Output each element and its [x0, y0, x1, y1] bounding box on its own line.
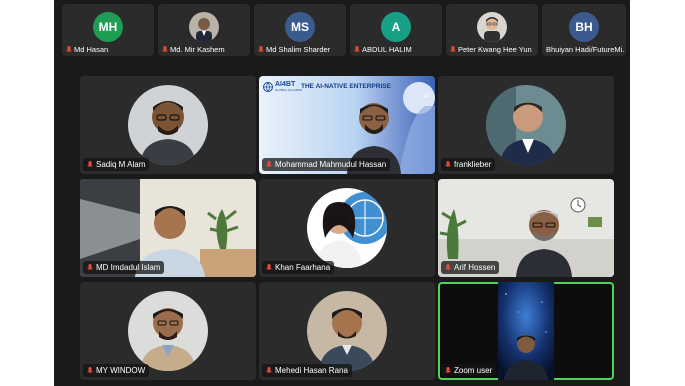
- mic-muted-icon: [258, 45, 264, 52]
- participant-name: Sadiq M Alam: [96, 160, 146, 169]
- strip-tile-mir-kashem[interactable]: Md. Mir Kashem: [158, 4, 250, 56]
- video-tile-mahmudul-hassan[interactable]: AI4BT GLOBAL ALLIANCE THE AI-NATIVE ENTE…: [259, 76, 435, 174]
- participant-name: Mehedi Hasan Rana: [275, 366, 348, 375]
- participant-name: Mohammad Mahmudul Hassan: [275, 160, 387, 169]
- logo-text: AI4BT: [275, 81, 296, 88]
- mic-muted-icon: [87, 263, 93, 270]
- participant-name-tag: Zoom user: [441, 364, 497, 377]
- mic-muted-icon: [445, 366, 451, 373]
- participant-video: [307, 291, 387, 371]
- participant-name: Md Hasan: [74, 45, 109, 54]
- participant-name-tag: Mehedi Hasan Rana: [262, 364, 352, 377]
- participant-name: Arif Hossen: [454, 263, 496, 272]
- strip-label: Md Hasan: [66, 45, 152, 54]
- video-tile-franklieber[interactable]: franklieber: [438, 76, 614, 174]
- strip-label: Md Shalim Sharder: [258, 45, 344, 54]
- video-tile-sadiq-m-alam[interactable]: Sadiq M Alam: [80, 76, 256, 174]
- participant-name-tag: MY WINDOW: [83, 364, 150, 377]
- participant-name-tag: Arif Hossen: [441, 261, 500, 274]
- strip-tile-bhuiyan-hadi[interactable]: BH Bhuiyan Hadi/FutureMi...: [542, 4, 626, 56]
- mic-muted-icon: [87, 160, 93, 167]
- video-gallery: MH Md Hasan Md. Mir Kashem MS Md Shalim …: [54, 0, 630, 386]
- participant-name: franklieber: [454, 160, 492, 169]
- participant-name-tag: franklieber: [441, 158, 496, 171]
- participant-name-tag: Sadiq M Alam: [83, 158, 150, 171]
- banner-headline: THE AI-NATIVE ENTERPRISE: [301, 83, 391, 90]
- participant-video: [498, 282, 554, 380]
- initials-avatar: MS: [285, 12, 315, 42]
- mic-muted-icon: [266, 263, 272, 270]
- video-tile-mehedi-hasan-rana[interactable]: Mehedi Hasan Rana: [259, 282, 435, 380]
- logo-subtext: GLOBAL ALLIANCE: [275, 88, 303, 92]
- participant-name-tag: Khan Faarhana: [262, 261, 335, 274]
- banner-badge: AI: [423, 94, 429, 100]
- participant-photo: [189, 12, 219, 42]
- participant-name: MD Imdadul Islam: [96, 263, 161, 272]
- participant-name: MY WINDOW: [96, 366, 146, 375]
- participant-name: Khan Faarhana: [275, 263, 331, 272]
- globe-icon: [263, 81, 273, 92]
- participant-video: [486, 85, 566, 165]
- strip-label: Md. Mir Kashem: [162, 45, 248, 54]
- mic-muted-icon: [445, 263, 451, 270]
- strip-label: Bhuiyan Hadi/FutureMi...: [546, 45, 624, 54]
- strip-tile-md-hasan[interactable]: MH Md Hasan: [62, 4, 154, 56]
- strip-label: Peter Kwang Hee Yun: [450, 45, 536, 54]
- participant-video: [307, 188, 387, 268]
- mic-muted-icon: [66, 45, 72, 52]
- strip-tile-peter-yun[interactable]: Peter Kwang Hee Yun: [446, 4, 538, 56]
- participant-name: Md. Mir Kashem: [170, 45, 225, 54]
- initials-avatar: BH: [569, 12, 599, 42]
- mic-muted-icon: [87, 366, 93, 373]
- video-tile-arif-hossen[interactable]: Arif Hossen: [438, 179, 614, 277]
- strip-tile-abdul-halim[interactable]: A ABDUL HALIM: [350, 4, 442, 56]
- participant-photo: [477, 12, 507, 42]
- mic-muted-icon: [162, 45, 168, 52]
- initials-avatar: A: [381, 12, 411, 42]
- video-tile-khan-faarhana[interactable]: Khan Faarhana: [259, 179, 435, 277]
- strip-tile-shalim-sharder[interactable]: MS Md Shalim Sharder: [254, 4, 346, 56]
- participant-video: [128, 291, 208, 371]
- participant-video: [128, 85, 208, 165]
- video-tile-my-window[interactable]: MY WINDOW: [80, 282, 256, 380]
- video-tile-md-imdadul-islam[interactable]: MD Imdadul Islam: [80, 179, 256, 277]
- participant-name: Zoom user: [454, 366, 493, 375]
- banner-logo: AI4BT GLOBAL ALLIANCE: [263, 81, 302, 92]
- mic-muted-icon: [450, 45, 456, 52]
- participant-name-tag: MD Imdadul Islam: [83, 261, 165, 274]
- mic-muted-icon: [445, 160, 451, 167]
- initials-avatar: MH: [93, 12, 123, 42]
- strip-label: ABDUL HALIM: [354, 45, 440, 54]
- mic-muted-icon: [354, 45, 360, 52]
- mic-muted-icon: [266, 366, 272, 373]
- participant-name: Peter Kwang Hee Yun: [458, 45, 532, 54]
- participant-name-tag: Mohammad Mahmudul Hassan: [262, 158, 391, 171]
- mic-muted-icon: [266, 160, 272, 167]
- participant-name: Md Shalim Sharder: [266, 45, 331, 54]
- participant-name: ABDUL HALIM: [362, 45, 412, 54]
- video-tile-zoom-user[interactable]: Zoom user: [438, 282, 614, 380]
- participant-name: Bhuiyan Hadi/FutureMi...: [546, 45, 624, 54]
